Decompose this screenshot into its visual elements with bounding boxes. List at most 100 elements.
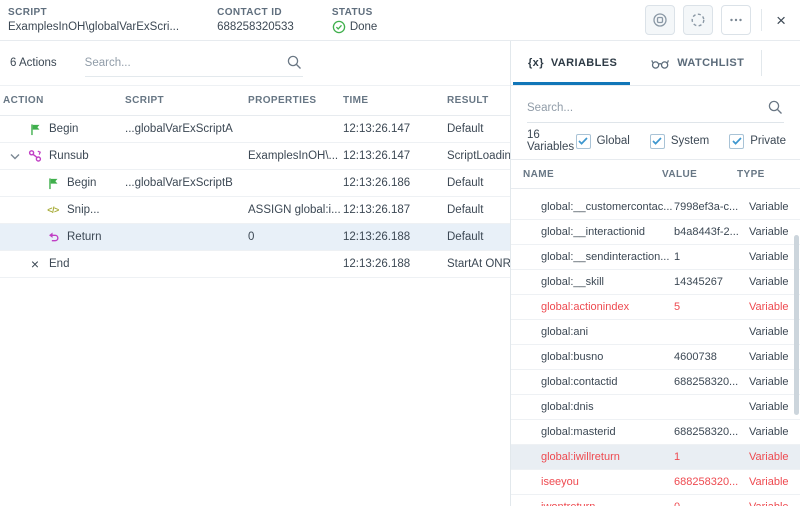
cell-time: 12:13:26.188 (343, 231, 447, 243)
status-label: STATUS (332, 7, 378, 18)
status-done-icon (332, 20, 346, 34)
variable-row[interactable]: global:__skill 14345267 Variable (511, 270, 800, 295)
glasses-icon (651, 57, 670, 70)
table-row-end[interactable]: × End 12:13:26.188 StartAt ONRELE (0, 251, 510, 278)
column-time: TIME (343, 95, 447, 106)
variable-row[interactable]: global:__interactionid b4a8443f-2... Var… (511, 220, 800, 245)
monitor-button[interactable] (645, 5, 675, 35)
variable-row[interactable]: global:busno 4600738 Variable (511, 345, 800, 370)
variables-count: 16 Variables (527, 129, 576, 153)
end-x-icon: × (27, 257, 43, 271)
variable-row[interactable]: global:masterid 688258320... Variable (511, 420, 800, 445)
topbar: SCRIPT ExamplesInOH\globalVarExScri... C… (0, 0, 800, 41)
actions-search-input[interactable] (85, 57, 286, 69)
flag-icon (45, 177, 61, 190)
return-icon (45, 231, 61, 244)
filter-private-label: Private (750, 135, 786, 147)
filter-system[interactable]: System (650, 134, 709, 149)
variable-name: global:__sendinteraction... (541, 251, 674, 263)
tab-watchlist[interactable]: WATCHLIST (634, 41, 761, 85)
variable-type: Variable (749, 226, 800, 238)
contact-id-label: CONTACT ID (217, 7, 294, 18)
variable-row-error[interactable]: iseeyou 688258320... Variable (511, 470, 800, 495)
variables-filter-row: 16 Variables Global System (511, 123, 800, 160)
column-result: RESULT (447, 95, 510, 106)
variables-panel: {x} VARIABLES WATCHLIST (511, 41, 800, 506)
cell-result: StartAt ONRELE (447, 258, 510, 270)
variable-type: Variable (749, 201, 800, 213)
ellipsis-icon (728, 12, 744, 28)
filter-system-label: System (671, 135, 709, 147)
runsub-icon (27, 149, 43, 163)
script-trace-window: SCRIPT ExamplesInOH\globalVarExScri... C… (0, 0, 800, 506)
variable-name: global:iwillreturn (541, 451, 674, 463)
table-row-return[interactable]: Return 0 12:13:26.188 Default (0, 224, 510, 251)
close-button[interactable]: × (772, 12, 790, 29)
column-type: TYPE (737, 169, 800, 180)
variable-row-error-selected[interactable]: global:iwillreturn 1 Variable (511, 445, 800, 470)
action-label: Runsub (49, 150, 89, 162)
variable-value: 4600738 (674, 351, 749, 363)
variables-table-header: NAME VALUE TYPE (511, 160, 800, 189)
checkbox-global-checked[interactable] (576, 134, 591, 149)
variable-row[interactable]: global:contactid 688258320... Variable (511, 370, 800, 395)
table-row-begin-a[interactable]: Begin ...globalVarExScriptA 12:13:26.147… (0, 116, 510, 143)
variable-name: global:masterid (541, 426, 674, 438)
table-row-begin-b[interactable]: Begin ...globalVarExScriptB 12:13:26.186… (0, 170, 510, 197)
variable-value: 688258320... (674, 376, 749, 388)
cell-result: ScriptLoading (447, 150, 510, 162)
cell-properties: 0 (248, 231, 343, 243)
variables-search-input[interactable] (527, 102, 767, 114)
cell-time: 12:13:26.147 (343, 150, 447, 162)
cell-time: 12:13:26.188 (343, 258, 447, 270)
checkbox-private-checked[interactable] (729, 134, 744, 149)
variable-name: iwontreturn (541, 501, 674, 506)
cell-script: ...globalVarExScriptA (125, 123, 248, 135)
script-value: ExamplesInOH\globalVarExScri... (8, 21, 179, 33)
variable-row-error[interactable]: global:actionindex 5 Variable (511, 295, 800, 320)
cell-script: ...globalVarExScriptB (125, 177, 248, 189)
variable-value: 1 (674, 451, 749, 463)
variable-value: 688258320... (674, 426, 749, 438)
flag-icon (27, 123, 43, 136)
action-label: Begin (67, 177, 96, 189)
variable-value: 0 (674, 501, 749, 506)
retrace-button[interactable] (683, 5, 713, 35)
scrollbar-thumb[interactable] (794, 235, 799, 415)
table-row-runsub[interactable]: Runsub ExamplesInOH\... 12:13:26.147 Scr… (0, 143, 510, 170)
variable-name: global:ani (541, 326, 674, 338)
checkbox-system-checked[interactable] (650, 134, 665, 149)
cell-properties: ASSIGN global:i... (248, 204, 343, 216)
tab-variables[interactable]: {x} VARIABLES (511, 41, 634, 85)
filter-private[interactable]: Private (729, 134, 786, 149)
variable-value: b4a8443f-2... (674, 226, 749, 238)
table-row-snippet[interactable]: </> Snip... ASSIGN global:i... 12:13:26.… (0, 197, 510, 224)
variable-name: global:actionindex (541, 301, 674, 313)
search-icon (286, 54, 303, 71)
contact-id-meta: CONTACT ID 688258320533 (217, 7, 294, 33)
more-options-button[interactable] (721, 5, 751, 35)
variables-list: global:__customercontac... 7998ef3a-c...… (511, 189, 800, 506)
column-value: VALUE (662, 169, 737, 180)
variable-type: Variable (749, 476, 800, 488)
variable-name: global:__customercontac... (541, 201, 674, 213)
variable-row-error[interactable]: iwontreturn 0 Variable (511, 495, 800, 506)
chevron-down-icon[interactable] (3, 153, 27, 160)
variable-name: global:__skill (541, 276, 674, 288)
variable-row[interactable]: global:__sendinteraction... 1 Variable (511, 245, 800, 270)
cell-properties: ExamplesInOH\... (248, 150, 343, 162)
actions-panel: 6 Actions ACTION SCRIPT PROPERTIES TIME … (0, 41, 511, 506)
column-name: NAME (511, 169, 662, 180)
filter-global[interactable]: Global (576, 134, 630, 149)
topbar-divider (761, 9, 762, 31)
variable-row[interactable]: global:dnis Variable (511, 395, 800, 420)
variables-scrollbar[interactable] (794, 197, 799, 504)
variable-row[interactable]: global:ani Variable (511, 320, 800, 345)
column-properties: PROPERTIES (248, 95, 343, 106)
variable-row[interactable]: global:__customercontac... 7998ef3a-c...… (511, 195, 800, 220)
action-label: Begin (49, 123, 78, 135)
action-label: Return (67, 231, 102, 243)
tab-variables-label: VARIABLES (551, 57, 617, 69)
cell-time: 12:13:26.147 (343, 123, 447, 135)
variable-type: Variable (749, 301, 800, 313)
